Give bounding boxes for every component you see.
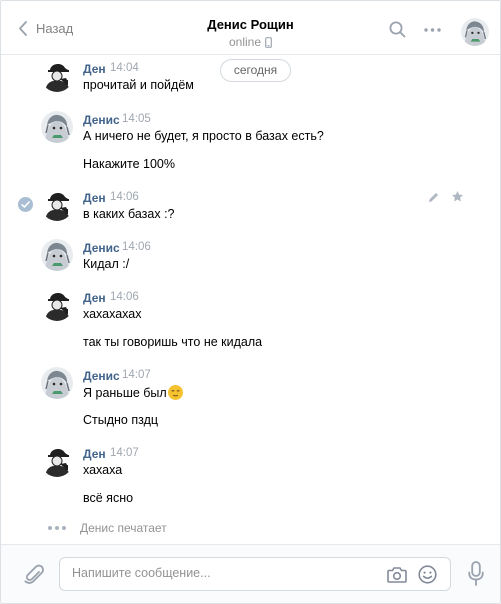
sherlock-avatar-icon [41, 189, 73, 221]
sherlock-avatar-icon [41, 60, 73, 92]
sender-name[interactable]: Денис [83, 113, 120, 127]
smile-icon[interactable] [418, 565, 437, 584]
chat-window: Назад Денис Рощин online сегодня Ден 14:… [0, 0, 501, 604]
sherlock-avatar-icon [41, 445, 73, 477]
message-time[interactable]: 14:05 [122, 113, 151, 125]
message-input[interactable] [72, 566, 372, 580]
anime-avatar-icon [41, 111, 73, 143]
selected-check-icon[interactable] [18, 197, 33, 212]
message-text: Накажите 100% [83, 157, 175, 171]
sender-name[interactable]: Ден [83, 291, 106, 305]
message-text: А ничего не будет, я просто в базах есть… [83, 129, 324, 143]
message-text: Я раньше был [83, 386, 167, 400]
camera-icon[interactable] [387, 566, 407, 583]
message-text: всё ясно [83, 491, 134, 505]
message-text: хахаха [83, 463, 123, 477]
message-text: Кидал :/ [83, 257, 130, 271]
relieved-emoji-icon [167, 385, 183, 400]
sender-avatar[interactable] [41, 111, 73, 143]
mobile-icon [265, 36, 272, 48]
message-time[interactable]: 14:04 [110, 62, 139, 74]
message-time[interactable]: 14:07 [110, 447, 139, 459]
sender-avatar[interactable] [41, 289, 73, 321]
message-text-line: Я раньше был [83, 385, 183, 400]
anime-avatar-icon [41, 367, 73, 399]
sender-name[interactable]: Ден [83, 62, 106, 76]
date-separator: сегодня [220, 59, 291, 82]
contact-avatar[interactable] [461, 18, 489, 46]
sender-name[interactable]: Ден [83, 447, 106, 461]
paperclip-icon[interactable] [23, 562, 45, 586]
sender-avatar[interactable] [41, 367, 73, 399]
message-text: Стыдно пздц [83, 413, 159, 427]
message-text: в каких базах :? [83, 207, 175, 221]
typing-indicator: Денис печатает [48, 521, 167, 535]
message-text: прочитай и пойдём [83, 78, 194, 92]
chat-status: online [1, 35, 500, 49]
sender-name[interactable]: Денис [83, 369, 120, 383]
more-icon[interactable] [424, 28, 441, 32]
status-text: online [228, 35, 262, 49]
star-icon[interactable] [451, 190, 464, 203]
message-time[interactable]: 14:07 [122, 369, 151, 381]
typing-text: Денис печатает [80, 521, 167, 535]
anime-avatar-icon [461, 18, 489, 46]
message-text: так ты говоришь что не кидала [83, 335, 263, 349]
search-icon[interactable] [389, 21, 406, 38]
message-input-box[interactable] [59, 557, 451, 591]
sender-avatar[interactable] [41, 60, 73, 92]
message-time[interactable]: 14:06 [110, 291, 139, 303]
message-composer [1, 544, 500, 603]
message-time[interactable]: 14:06 [110, 191, 139, 203]
microphone-icon[interactable] [468, 561, 484, 587]
sender-name[interactable]: Ден [83, 191, 106, 205]
message-time[interactable]: 14:06 [122, 241, 151, 253]
sherlock-avatar-icon [41, 289, 73, 321]
chat-header: Назад Денис Рощин online [1, 1, 500, 55]
sender-name[interactable]: Денис [83, 241, 120, 255]
sender-avatar[interactable] [41, 239, 73, 271]
anime-avatar-icon [41, 239, 73, 271]
sender-avatar[interactable] [41, 189, 73, 221]
message-text: хахахахах [83, 307, 142, 321]
edit-pencil-icon[interactable] [427, 191, 440, 204]
typing-dots-icon [48, 526, 66, 530]
sender-avatar[interactable] [41, 445, 73, 477]
